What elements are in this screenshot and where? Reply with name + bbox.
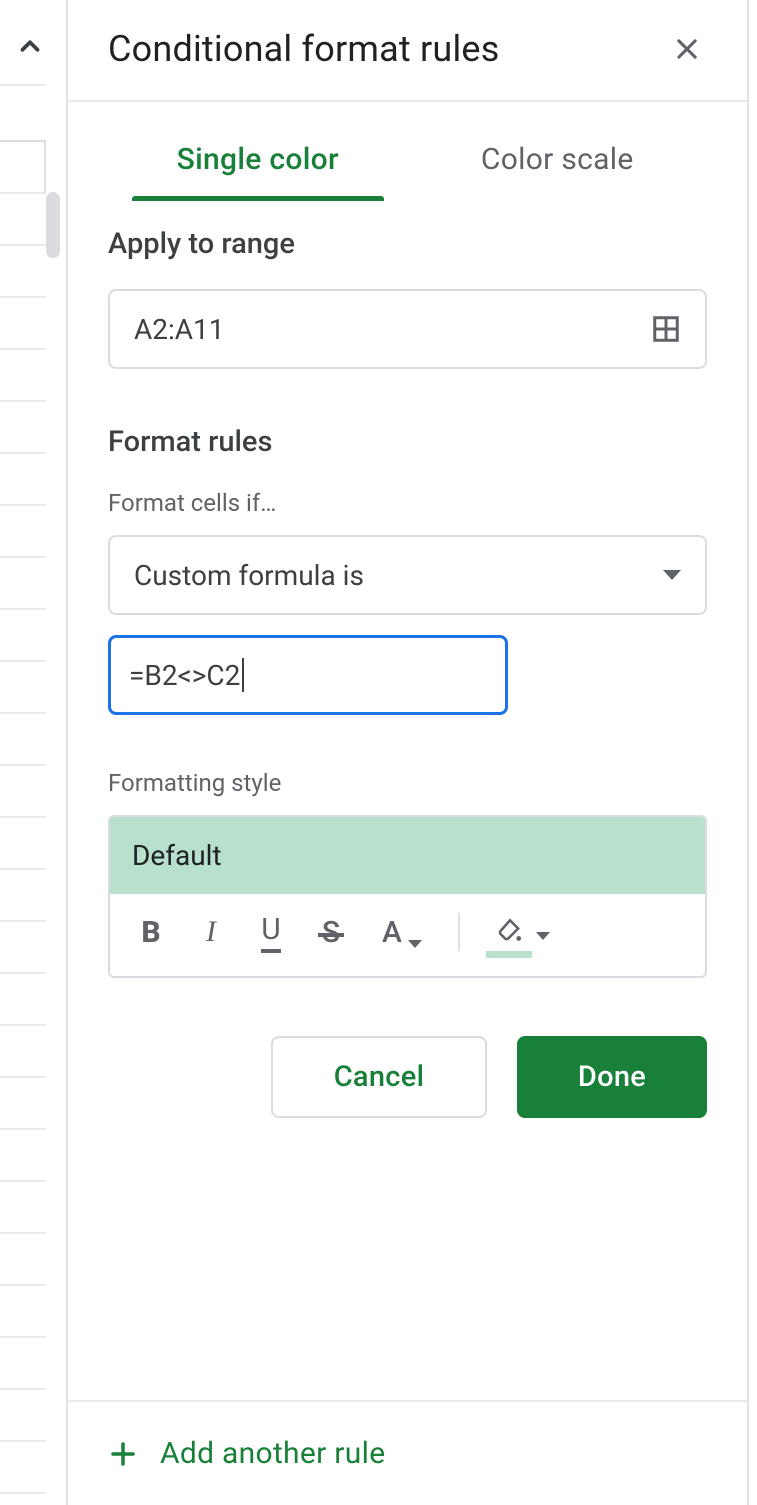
condition-select[interactable]: Custom formula is [108,535,707,615]
footer-buttons: Cancel Done [108,1036,707,1118]
chevron-down-icon [536,932,550,940]
tab-bar: Single color Color scale [108,120,707,199]
italic-button[interactable]: I [192,910,230,954]
style-preview[interactable]: Default [110,817,705,894]
range-input[interactable]: A2:A11 [108,289,707,369]
text-caret [242,658,244,692]
cancel-button[interactable]: Cancel [271,1036,487,1118]
done-button[interactable]: Done [517,1036,707,1118]
conditional-format-panel: Conditional format rules Single color Co… [66,0,749,1505]
apply-to-range-label: Apply to range [108,227,707,261]
chevron-down-icon [663,570,681,580]
chevron-down-icon [408,940,422,948]
tab-single-color[interactable]: Single color [108,120,408,199]
select-range-icon[interactable] [651,314,681,344]
condition-value: Custom formula is [134,559,364,592]
strikethrough-button[interactable]: S [312,910,350,954]
plus-icon [108,1439,138,1469]
fill-bucket-icon [496,918,524,946]
text-color-button[interactable]: A [372,910,432,954]
tab-color-scale[interactable]: Color scale [408,120,708,199]
range-value: A2:A11 [134,313,225,346]
divider [0,84,46,86]
style-preview-label: Default [132,839,222,872]
panel-header: Conditional format rules [68,0,747,102]
formula-value: =B2<>C2 [129,659,240,692]
bold-button[interactable]: B [132,910,170,954]
panel-title: Conditional format rules [108,28,499,70]
underline-button[interactable]: U [252,910,290,954]
format-rules-label: Format rules [108,425,707,459]
collapse-panel-chevron[interactable] [8,24,52,68]
add-rule-label: Add another rule [160,1436,385,1471]
format-cells-if-label: Format cells if… [108,489,707,517]
sheet-background [0,140,46,1505]
close-button[interactable] [667,29,707,69]
formatting-style-label: Formatting style [108,769,707,797]
style-toolbar: B I U S A [110,894,705,976]
add-another-rule-button[interactable]: Add another rule [108,1436,707,1471]
fill-color-swatch [486,951,532,958]
formula-input[interactable]: =B2<>C2 [108,635,508,715]
vertical-scrollbar-thumb[interactable] [46,192,60,258]
toolbar-divider [458,913,460,951]
formatting-style-box: Default B I U S A [108,815,707,978]
fill-color-button[interactable] [486,910,560,954]
